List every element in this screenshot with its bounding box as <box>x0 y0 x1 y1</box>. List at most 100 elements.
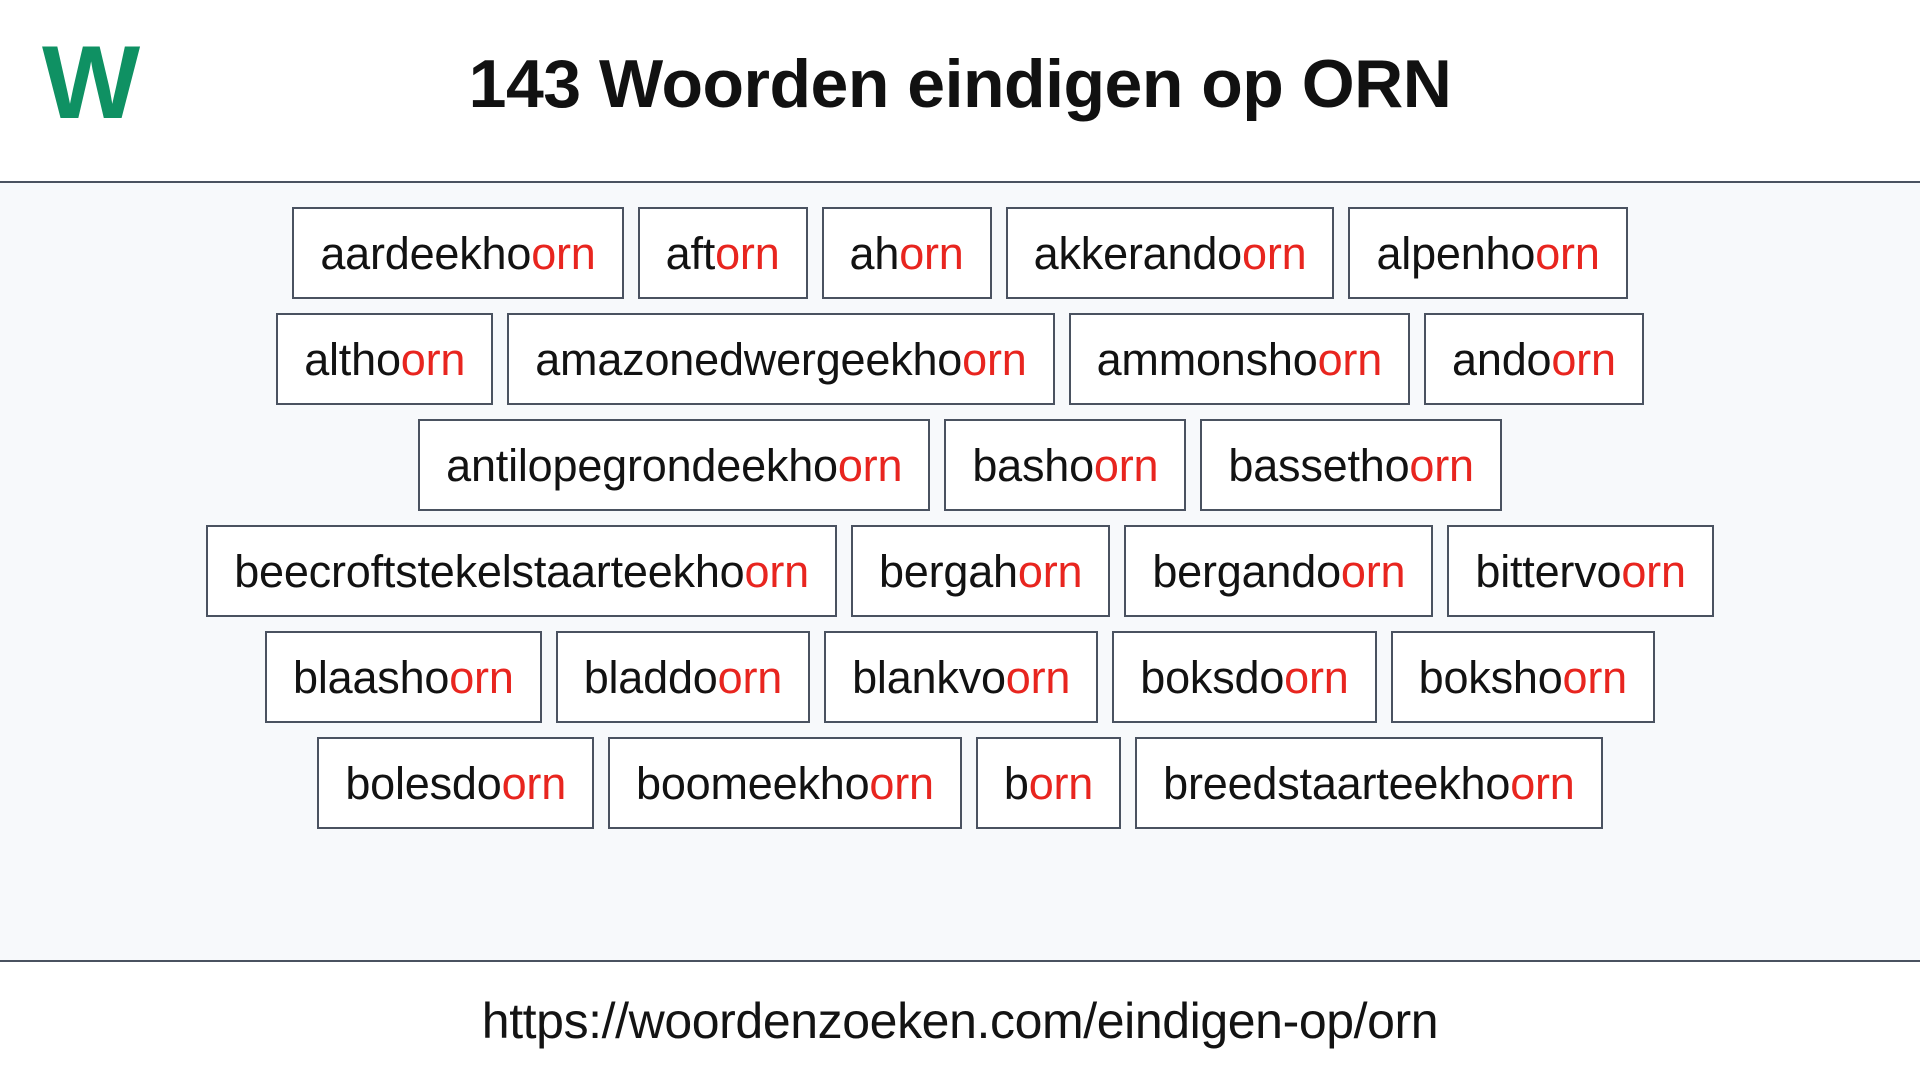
word-text: bassethoorn <box>1228 443 1474 488</box>
word-box[interactable]: aardeekhoorn <box>292 207 624 299</box>
word-box[interactable]: ahorn <box>821 207 992 299</box>
word-box[interactable]: aftorn <box>637 207 808 299</box>
word-stem: boomeekho <box>636 757 870 809</box>
word-text: boksdoorn <box>1140 651 1349 703</box>
page-root: W 143 Woorden eindigen op ORN aardeekhoo… <box>0 0 1920 1080</box>
word-stem: boksdo <box>1140 651 1285 703</box>
word-grid: aardeekhoorn aftorn ahorn akkerandoorn alpen… <box>0 183 1920 962</box>
word-suffix: orn <box>501 757 567 809</box>
word-stem: ammonsho <box>1096 333 1318 385</box>
word-box[interactable]: boomeekhoorn <box>608 737 962 829</box>
word-box[interactable]: breedstaarteekhoorn <box>1135 737 1603 829</box>
word-suffix: orn <box>1409 439 1474 491</box>
word-row: bolesdoorn boomeekhoorn born breedstaarteek… <box>0 737 1920 829</box>
word-suffix: orn <box>531 227 596 279</box>
word-box[interactable]: bokshoorn <box>1390 631 1655 723</box>
word-text: breedstaarteekhoorn <box>1163 761 1575 806</box>
word-box[interactable]: bassethoorn <box>1200 419 1502 511</box>
word-box[interactable]: bashoorn <box>944 419 1187 511</box>
word-stem: bergando <box>1152 545 1341 597</box>
word-box[interactable]: akkerandoorn <box>1005 207 1335 299</box>
word-suffix: orn <box>837 439 903 491</box>
word-text: boomeekhoorn <box>636 761 934 806</box>
word-box[interactable]: bittervoorn <box>1447 525 1714 617</box>
word-text: bergandoorn <box>1152 549 1405 594</box>
word-stem: boksho <box>1418 651 1563 703</box>
word-suffix: orn <box>1535 227 1600 279</box>
word-stem: akkerando <box>1033 227 1243 279</box>
word-stem: beecroftstekelstaarteekho <box>234 545 745 597</box>
word-text: blankvoorn <box>852 655 1070 700</box>
word-stem: bassetho <box>1228 439 1410 491</box>
word-row: antilopegrondeekhoorn bashoorn bassethoorn <box>0 419 1920 511</box>
word-box[interactable]: beecroftstekelstaarteekhoorn <box>206 525 837 617</box>
word-stem: b <box>1003 757 1029 809</box>
word-suffix: orn <box>1028 757 1094 809</box>
word-text: bolesdoorn <box>345 761 566 806</box>
word-suffix: orn <box>869 757 934 809</box>
word-row: althoorn amazonedwergeekhoorn ammonshoorn a… <box>0 313 1920 405</box>
word-suffix: orn <box>1340 545 1406 597</box>
page-footer: https://woordenzoeken.com/eindigen-op/or… <box>0 962 1920 1080</box>
word-box[interactable]: althoorn <box>276 313 494 405</box>
word-text: amazonedwergeekhoorn <box>535 333 1027 385</box>
word-box[interactable]: amazonedwergeekhoorn <box>507 313 1055 405</box>
word-suffix: orn <box>715 227 780 279</box>
word-box[interactable]: bergahorn <box>850 525 1111 617</box>
word-text: aftorn <box>666 231 780 276</box>
page-header: W 143 Woorden eindigen op ORN <box>0 0 1920 183</box>
word-text: ahorn <box>850 231 964 276</box>
word-suffix: orn <box>1005 651 1071 703</box>
word-text: andoorn <box>1452 337 1616 382</box>
word-row: blaashoorn bladdoorn blankvoorn boksdoorn bo… <box>0 631 1920 723</box>
word-stem: antilopegrondeekho <box>446 439 838 491</box>
word-stem: basho <box>972 439 1094 491</box>
word-text: bashoorn <box>972 443 1158 488</box>
word-box[interactable]: andoorn <box>1424 313 1644 405</box>
word-suffix: orn <box>1093 439 1159 491</box>
word-text: aardeekhoorn <box>320 227 596 279</box>
word-text: althoorn <box>304 337 465 382</box>
word-stem: ah <box>849 227 900 279</box>
word-stem: blaasho <box>293 651 450 703</box>
word-stem: ando <box>1452 333 1552 385</box>
word-box[interactable]: blaashoorn <box>265 631 542 723</box>
word-row: beecroftstekelstaarteekhoorn bergahorn ber… <box>0 525 1920 617</box>
word-box[interactable]: alpenhoorn <box>1348 207 1628 299</box>
word-box[interactable]: boksdoorn <box>1112 631 1377 723</box>
word-stem: bittervo <box>1475 545 1622 597</box>
source-url[interactable]: https://woordenzoeken.com/eindigen-op/or… <box>482 996 1439 1046</box>
word-stem: bergah <box>878 545 1018 597</box>
page-title-text: 143 Woorden eindigen op ORN <box>468 45 1452 122</box>
word-stem: amazonedwergeekho <box>535 333 963 385</box>
word-text: bokshoorn <box>1418 651 1628 703</box>
word-box[interactable]: blankvoorn <box>824 631 1099 723</box>
word-suffix: orn <box>400 333 466 385</box>
word-suffix: orn <box>744 545 810 597</box>
word-suffix: orn <box>1284 651 1349 703</box>
word-text: bergahorn <box>878 545 1083 597</box>
word-stem: altho <box>304 333 401 385</box>
word-box[interactable]: bladdoorn <box>555 631 811 723</box>
word-text: bittervoorn <box>1475 545 1686 597</box>
word-box[interactable]: antilopegrondeekhoorn <box>418 419 931 511</box>
word-box[interactable]: bolesdoorn <box>317 737 595 829</box>
word-suffix: orn <box>1621 545 1686 597</box>
word-suffix: orn <box>899 227 964 279</box>
word-box[interactable]: born <box>975 737 1122 829</box>
word-box[interactable]: bergandoorn <box>1124 525 1434 617</box>
word-suffix: orn <box>1242 227 1307 279</box>
page-title: 143 Woorden eindigen op ORN <box>0 0 1920 179</box>
word-box[interactable]: ammonshoorn <box>1068 313 1411 405</box>
word-text: ammonshoorn <box>1096 333 1383 385</box>
word-suffix: orn <box>962 333 1027 385</box>
word-stem: bolesdo <box>345 757 502 809</box>
word-stem: aardeekho <box>320 227 532 279</box>
word-text: alpenhoorn <box>1376 231 1599 276</box>
word-text: bladdoorn <box>583 651 783 703</box>
site-logo[interactable]: W <box>42 31 140 135</box>
word-suffix: orn <box>717 651 783 703</box>
word-text: beecroftstekelstaarteekhoorn <box>234 549 809 594</box>
word-stem: bladdo <box>583 651 718 703</box>
word-text: akkerandoorn <box>1034 231 1307 276</box>
